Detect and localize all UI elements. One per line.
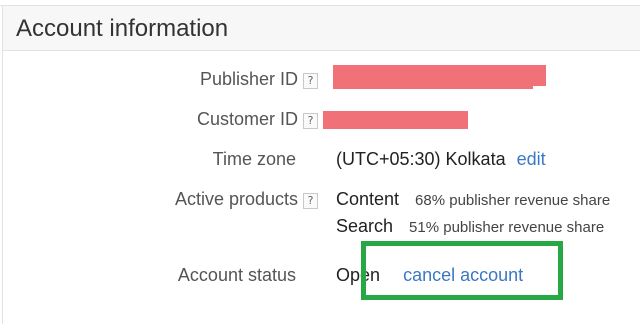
product-revenue-share: 51% publisher revenue share [409, 219, 605, 236]
active-products-label: Active products [174, 189, 298, 209]
highlight-box [361, 241, 563, 300]
product-item-search: Search 51% publisher revenue share [336, 216, 604, 237]
active-products-row: Active products? Content 68% publisher re… [0, 185, 640, 245]
account-status-label: Account status [177, 265, 296, 285]
time-zone-row: Time zone (UTC+05:30) Kolkata edit [0, 145, 640, 175]
product-revenue-share: 68% publisher revenue share [415, 192, 611, 209]
help-icon[interactable]: ? [303, 113, 318, 129]
product-item-content: Content 68% publisher revenue share [336, 189, 610, 210]
active-products-label-group: Active products? [175, 189, 318, 210]
panel-header: Account information [3, 6, 640, 51]
edit-time-zone-link[interactable]: edit [517, 149, 546, 169]
account-information-panel: Account information Publisher ID? Custom… [0, 0, 640, 324]
help-icon[interactable]: ? [303, 193, 318, 209]
time-zone-value-group: (UTC+05:30) Kolkata edit [336, 149, 546, 170]
publisher-id-label: Publisher ID [199, 69, 298, 89]
publisher-id-row: Publisher ID? [0, 65, 640, 95]
time-zone-value: (UTC+05:30) Kolkata [336, 149, 506, 169]
page-title: Account information [16, 15, 229, 42]
publisher-id-label-group: Publisher ID? [200, 69, 318, 90]
product-name: Search [336, 216, 394, 236]
help-icon[interactable]: ? [303, 73, 318, 89]
time-zone-label: Time zone [212, 149, 296, 169]
customer-id-label: Customer ID [196, 109, 298, 129]
customer-id-row: Customer ID? [0, 105, 640, 135]
redacted-publisher-id-lower [333, 75, 533, 89]
product-name: Content [336, 189, 400, 209]
customer-id-label-group: Customer ID? [197, 109, 318, 130]
redacted-customer-id [323, 111, 468, 129]
